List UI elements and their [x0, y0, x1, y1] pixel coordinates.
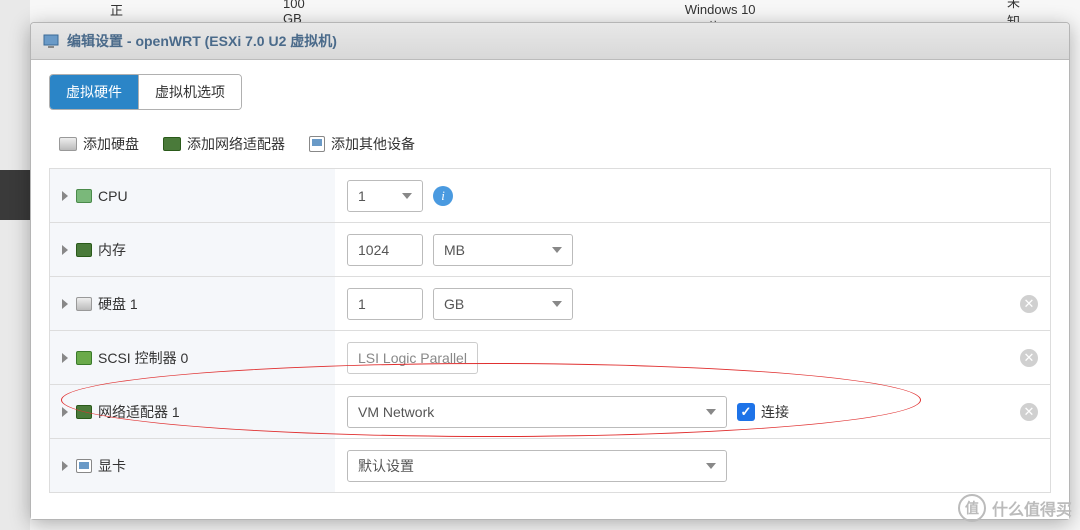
cpu-label: CPU: [98, 188, 128, 204]
disk-unit-select[interactable]: GB: [433, 288, 573, 320]
device-icon: [309, 136, 325, 152]
chevron-down-icon: [552, 247, 562, 253]
vga-label: 显卡: [98, 456, 126, 476]
chevron-right-icon[interactable]: [62, 353, 68, 363]
scsi-icon: [76, 351, 92, 365]
nic-icon: [163, 137, 181, 151]
memory-icon: [76, 243, 92, 257]
nic-icon: [76, 405, 92, 419]
row-video-card: 显卡 默认设置: [50, 439, 1050, 493]
hardware-toolbar: 添加硬盘 添加网络适配器 添加其他设备: [49, 128, 1051, 168]
chevron-right-icon[interactable]: [62, 299, 68, 309]
tab-bar: 虚拟硬件 虚拟机选项: [49, 74, 242, 110]
vga-settings-select[interactable]: 默认设置: [347, 450, 727, 482]
row-network-adapter: 网络适配器 1 VM Network 连接: [50, 385, 1050, 439]
vm-icon: [43, 33, 59, 49]
add-nic-button[interactable]: 添加网络适配器: [163, 134, 285, 154]
tab-vm-options[interactable]: 虚拟机选项: [139, 75, 241, 109]
dialog-title: 编辑设置 - openWRT (ESXi 7.0 U2 虚拟机): [67, 31, 337, 51]
memory-label: 内存: [98, 240, 126, 260]
tab-virtual-hardware[interactable]: 虚拟硬件: [50, 75, 139, 109]
nic-label: 网络适配器 1: [98, 402, 180, 422]
disk-size-input[interactable]: 1: [347, 288, 423, 320]
nic-network-select[interactable]: VM Network: [347, 396, 727, 428]
chevron-right-icon[interactable]: [62, 191, 68, 201]
hdd-icon: [59, 137, 77, 151]
row-cpu: CPU 1 i: [50, 169, 1050, 223]
chevron-right-icon[interactable]: [62, 407, 68, 417]
row-disk: 硬盘 1 1 GB: [50, 277, 1050, 331]
info-icon[interactable]: i: [433, 186, 453, 206]
chevron-right-icon[interactable]: [62, 245, 68, 255]
edit-settings-dialog: 编辑设置 - openWRT (ESXi 7.0 U2 虚拟机) 虚拟硬件 虚拟…: [30, 22, 1070, 520]
chevron-down-icon: [706, 463, 716, 469]
add-other-device-button[interactable]: 添加其他设备: [309, 134, 415, 154]
memory-unit-select[interactable]: MB: [433, 234, 573, 266]
hardware-list: CPU 1 i 内存 1024: [49, 168, 1051, 493]
watermark: 值 什么值得买: [958, 494, 1072, 522]
row-memory: 内存 1024 MB: [50, 223, 1050, 277]
chevron-down-icon: [402, 193, 412, 199]
nic-connect-checkbox[interactable]: 连接: [737, 402, 789, 422]
cpu-icon: [76, 189, 92, 203]
add-disk-button[interactable]: 添加硬盘: [59, 134, 139, 154]
disk-label: 硬盘 1: [98, 294, 138, 314]
hdd-icon: [76, 297, 92, 311]
dialog-titlebar: 编辑设置 - openWRT (ESXi 7.0 U2 虚拟机): [31, 23, 1069, 60]
delete-disk-button[interactable]: [1020, 295, 1038, 313]
chevron-down-icon: [706, 409, 716, 415]
background-row: 正常 100 GB Microsoft Windows 10 (64 位) 未知: [30, 0, 1080, 22]
chevron-down-icon: [552, 301, 562, 307]
memory-size-input[interactable]: 1024: [347, 234, 423, 266]
checkbox-checked-icon: [737, 403, 755, 421]
scsi-label: SCSI 控制器 0: [98, 348, 188, 368]
scsi-type-display: LSI Logic Parallel: [347, 342, 478, 374]
cpu-count-select[interactable]: 1: [347, 180, 423, 212]
monitor-icon: [76, 459, 92, 473]
delete-nic-button[interactable]: [1020, 403, 1038, 421]
row-scsi: SCSI 控制器 0 LSI Logic Parallel: [50, 331, 1050, 385]
chevron-right-icon[interactable]: [62, 461, 68, 471]
delete-scsi-button[interactable]: [1020, 349, 1038, 367]
